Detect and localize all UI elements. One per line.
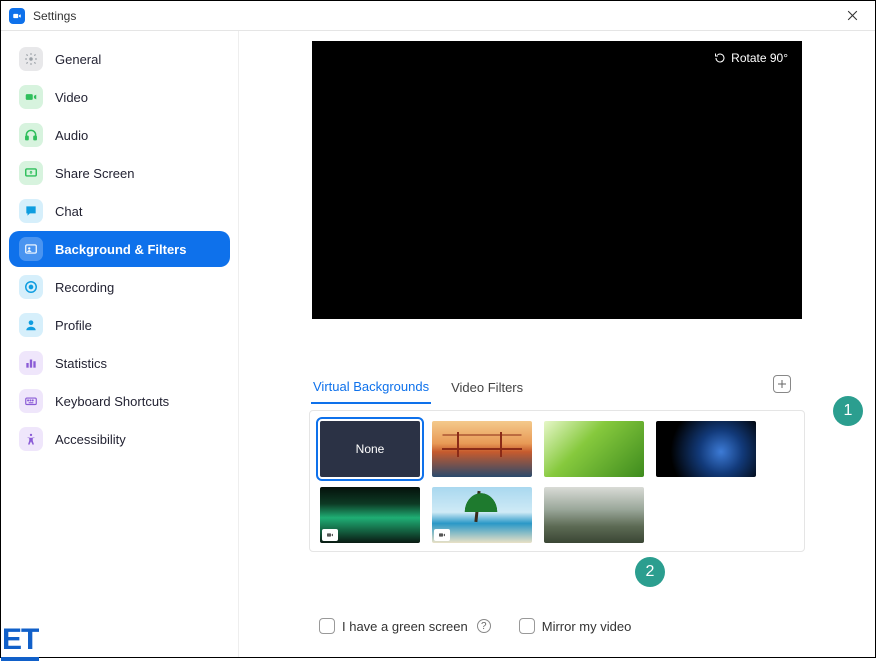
titlebar: Settings <box>1 1 875 31</box>
video-preview: Rotate 90° <box>312 41 802 319</box>
chat-icon <box>19 199 43 223</box>
checkbox-icon <box>519 618 535 634</box>
bg-thumb-aurora[interactable] <box>320 487 420 543</box>
video-badge-icon <box>434 529 450 541</box>
person-card-icon <box>19 237 43 261</box>
green-screen-checkbox[interactable]: I have a green screen ? <box>319 618 491 634</box>
video-badge-icon <box>322 529 338 541</box>
sidebar-item-statistics[interactable]: Statistics <box>9 345 230 381</box>
sidebar-item-share-screen[interactable]: Share Screen <box>9 155 230 191</box>
sidebar-item-label: Share Screen <box>55 166 135 181</box>
checkbox-icon <box>319 618 335 634</box>
checkbox-row: I have a green screen ? Mirror my video <box>319 618 835 634</box>
sidebar-item-label: Recording <box>55 280 114 295</box>
add-background-button[interactable] <box>773 375 791 393</box>
bars-icon <box>19 351 43 375</box>
sidebar-item-label: Video <box>55 90 88 105</box>
green-screen-label: I have a green screen <box>342 619 468 634</box>
close-icon <box>846 9 859 22</box>
sidebar-item-label: Accessibility <box>55 432 126 447</box>
share-icon <box>19 161 43 185</box>
sidebar-item-recording[interactable]: Recording <box>9 269 230 305</box>
bg-thumb-earth[interactable] <box>656 421 756 477</box>
main: General Video Audio Share Screen Chat Backgro… <box>1 31 875 657</box>
help-icon[interactable]: ? <box>477 619 491 633</box>
gear-icon <box>19 47 43 71</box>
sidebar-item-label: Background & Filters <box>55 242 186 257</box>
rotate-button[interactable]: Rotate 90° <box>706 47 796 69</box>
person-icon <box>19 313 43 337</box>
tabs-row: Virtual Backgrounds Video Filters <box>311 373 835 404</box>
app-icon <box>9 8 25 24</box>
bg-thumb-none[interactable]: None <box>320 421 420 477</box>
sidebar-item-label: Audio <box>55 128 88 143</box>
sidebar: General Video Audio Share Screen Chat Backgro… <box>1 31 239 657</box>
headphones-icon <box>19 123 43 147</box>
annotation-badge-1: 1 <box>833 396 863 426</box>
mirror-video-checkbox[interactable]: Mirror my video <box>519 618 632 634</box>
bg-thumb-mountain[interactable] <box>544 487 644 543</box>
tab-video-filters[interactable]: Video Filters <box>449 374 525 403</box>
close-button[interactable] <box>840 5 865 27</box>
sidebar-item-keyboard-shortcuts[interactable]: Keyboard Shortcuts <box>9 383 230 419</box>
record-icon <box>19 275 43 299</box>
annotation-badge-2: 2 <box>635 557 665 587</box>
content: Rotate 90° Virtual Backgrounds Video Fil… <box>239 31 875 657</box>
sidebar-item-label: Chat <box>55 204 82 219</box>
sidebar-item-background-filters[interactable]: Background & Filters <box>9 231 230 267</box>
window-title: Settings <box>33 9 76 23</box>
rotate-label: Rotate 90° <box>731 51 788 65</box>
accessibility-icon <box>19 427 43 451</box>
bg-thumb-bridge[interactable] <box>432 421 532 477</box>
sidebar-item-accessibility[interactable]: Accessibility <box>9 421 230 457</box>
plus-icon <box>776 378 788 390</box>
background-grid: None <box>309 410 805 552</box>
bg-thumb-beach[interactable] <box>432 487 532 543</box>
sidebar-item-general[interactable]: General <box>9 41 230 77</box>
sidebar-item-profile[interactable]: Profile <box>9 307 230 343</box>
keyboard-icon <box>19 389 43 413</box>
video-icon <box>19 85 43 109</box>
sidebar-item-label: General <box>55 52 101 67</box>
bg-thumb-grass[interactable] <box>544 421 644 477</box>
et-watermark: ET <box>1 623 39 661</box>
mirror-video-label: Mirror my video <box>542 619 632 634</box>
sidebar-item-audio[interactable]: Audio <box>9 117 230 153</box>
sidebar-item-chat[interactable]: Chat <box>9 193 230 229</box>
sidebar-item-label: Profile <box>55 318 92 333</box>
none-label: None <box>356 442 385 456</box>
sidebar-item-label: Statistics <box>55 356 107 371</box>
rotate-icon <box>714 52 726 64</box>
sidebar-item-label: Keyboard Shortcuts <box>55 394 169 409</box>
sidebar-item-video[interactable]: Video <box>9 79 230 115</box>
tab-virtual-backgrounds[interactable]: Virtual Backgrounds <box>311 373 431 404</box>
